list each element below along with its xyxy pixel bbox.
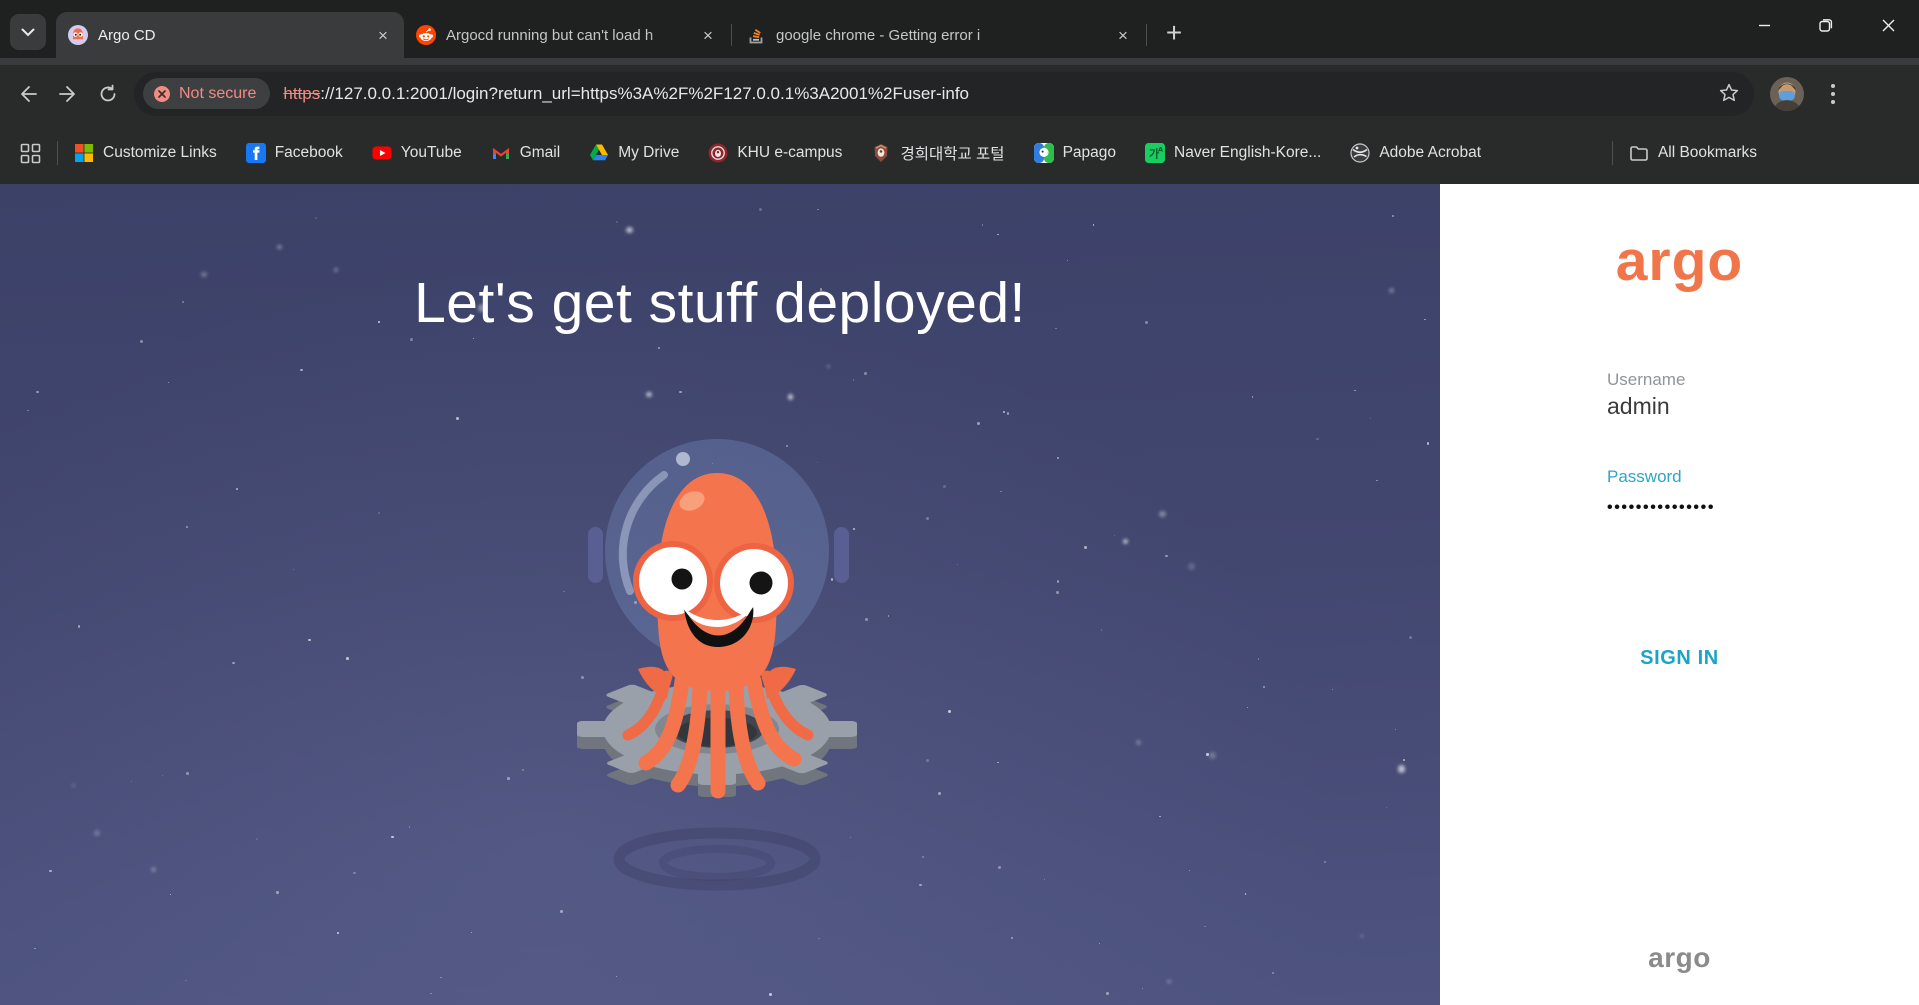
security-label: Not secure: [179, 85, 256, 103]
browser-menu-button[interactable]: [1821, 80, 1845, 108]
gmail-icon: [491, 143, 511, 163]
tab-title: Argocd running but can't load h: [446, 27, 691, 44]
bookmark-label: YouTube: [401, 144, 462, 162]
sign-in-button[interactable]: SIGN IN: [1440, 647, 1919, 670]
address-bar[interactable]: Not secure https://127.0.0.1:2001/login?…: [134, 72, 1754, 116]
login-panel: argo Username admin Password •••••••••••…: [1440, 184, 1919, 1005]
tab-close-button[interactable]: ×: [372, 24, 394, 46]
bookmark-star-button[interactable]: [1718, 82, 1740, 109]
folder-icon: [1629, 143, 1649, 163]
tab-strip: Argo CD × Argocd running but can't load …: [0, 0, 1919, 58]
stackoverflow-favicon-icon: [746, 25, 766, 45]
close-icon: [1882, 19, 1895, 32]
tab-title: Argo CD: [98, 27, 366, 44]
url-rest: ://127.0.0.1:2001/login?return_url=https…: [320, 84, 969, 103]
all-bookmarks[interactable]: All Bookmarks: [1596, 141, 1757, 165]
close-window-button[interactable]: [1857, 0, 1919, 50]
star-icon: [1718, 82, 1740, 104]
facebook-icon: [246, 143, 266, 163]
forward-arrow-icon: [58, 84, 78, 104]
argo-octopus-mascot: [570, 429, 870, 909]
bookmark-adobe-acrobat[interactable]: Adobe Acrobat: [1350, 143, 1481, 163]
tab-reddit-argocd[interactable]: Argocd running but can't load h ×: [404, 12, 729, 58]
bookmark-label: My Drive: [618, 144, 679, 162]
bookmark-khu-portal[interactable]: 경희대학교 포털: [871, 142, 1004, 164]
argo-logo: argo: [1440, 228, 1919, 294]
window-controls: [1733, 0, 1919, 50]
helmet-handle-right: [834, 527, 849, 583]
bookmark-naver-dictionary[interactable]: 가 A Naver English-Kore...: [1145, 143, 1321, 163]
khu-portal-crest-icon: [871, 143, 891, 163]
tab-close-button[interactable]: ×: [697, 24, 719, 46]
restore-icon: [1819, 18, 1833, 32]
not-secure-icon: [153, 85, 171, 103]
hero-title: Let's get stuff deployed!: [0, 270, 1440, 336]
back-arrow-icon: [18, 84, 38, 104]
browser-toolbar: Not secure https://127.0.0.1:2001/login?…: [0, 58, 1919, 122]
new-tab-button[interactable]: +: [1157, 16, 1191, 50]
bookmark-label: Customize Links: [103, 144, 217, 162]
profile-avatar[interactable]: [1770, 77, 1804, 111]
forward-button[interactable]: [48, 74, 88, 114]
security-chip[interactable]: Not secure: [143, 78, 270, 109]
bookmarks-divider: [1612, 141, 1613, 165]
apps-grid-icon[interactable]: [20, 143, 41, 164]
tab-argo-cd[interactable]: Argo CD ×: [56, 12, 404, 58]
argo-favicon-icon: [68, 25, 88, 45]
minimize-button[interactable]: [1733, 0, 1795, 50]
bookmark-label: 경희대학교 포털: [900, 142, 1004, 164]
bookmark-gmail[interactable]: Gmail: [491, 143, 560, 163]
restore-button[interactable]: [1795, 0, 1857, 50]
minimize-icon: [1758, 19, 1771, 32]
naver-dictionary-icon: 가 A: [1145, 143, 1165, 163]
page-content: Let's get stuff deployed!: [0, 184, 1919, 1005]
svg-text:A: A: [1158, 146, 1163, 154]
argo-footer-logo: argo: [1440, 942, 1919, 974]
globe-icon: [1350, 143, 1370, 163]
bookmark-label: Adobe Acrobat: [1379, 144, 1481, 162]
bookmarks-divider: [57, 141, 58, 165]
khu-crest-icon: [708, 143, 728, 163]
helmet-handle-left: [588, 527, 603, 583]
all-bookmarks-label: All Bookmarks: [1658, 144, 1757, 162]
google-drive-icon: [589, 143, 609, 163]
bookmark-customize-links[interactable]: Customize Links: [74, 143, 217, 163]
tab-divider: [1146, 24, 1147, 46]
customize-links-icon: [74, 143, 94, 163]
username-label: Username: [1607, 370, 1685, 390]
bookmark-facebook[interactable]: Facebook: [246, 143, 343, 163]
avatar-image: [1770, 77, 1804, 111]
reload-button[interactable]: [88, 74, 128, 114]
bookmark-label: Papago: [1063, 144, 1116, 162]
tab-title: google chrome - Getting error i: [776, 27, 1106, 44]
argo-hero-section: Let's get stuff deployed!: [0, 184, 1440, 1005]
reddit-favicon-icon: [416, 25, 436, 45]
toolbar-right-group: [1770, 77, 1845, 111]
url-text[interactable]: https://127.0.0.1:2001/login?return_url=…: [283, 84, 969, 104]
password-label: Password: [1607, 467, 1682, 487]
password-input[interactable]: •••••••••••••••: [1607, 499, 1715, 517]
bookmark-label: Naver English-Kore...: [1174, 144, 1321, 162]
youtube-icon: [372, 143, 392, 163]
chevron-down-icon: [21, 28, 35, 37]
bookmark-label: Facebook: [275, 144, 343, 162]
tab-stackoverflow[interactable]: google chrome - Getting error i ×: [734, 12, 1144, 58]
tab-divider: [731, 24, 732, 46]
bookmark-papago[interactable]: Papago: [1034, 143, 1116, 163]
back-button[interactable]: [8, 74, 48, 114]
username-input[interactable]: admin: [1607, 393, 1670, 420]
tab-search-button[interactable]: [10, 14, 46, 50]
reload-icon: [98, 84, 118, 104]
bookmark-label: KHU e-campus: [737, 144, 842, 162]
bookmarks-bar: Customize Links Facebook YouTube Gmail M…: [0, 122, 1919, 184]
bookmark-my-drive[interactable]: My Drive: [589, 143, 679, 163]
papago-icon: [1034, 143, 1054, 163]
bookmark-label: Gmail: [520, 144, 560, 162]
bookmark-khu-ecampus[interactable]: KHU e-campus: [708, 143, 842, 163]
url-scheme: https: [283, 84, 320, 103]
bookmark-youtube[interactable]: YouTube: [372, 143, 462, 163]
tab-close-button[interactable]: ×: [1112, 24, 1134, 46]
